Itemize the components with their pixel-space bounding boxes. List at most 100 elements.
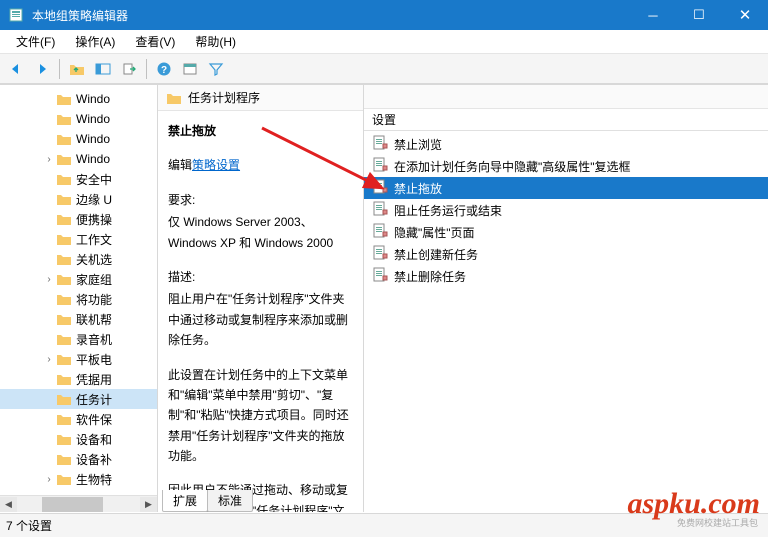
tree-node[interactable]: 安全中 [0,169,157,189]
details-content: 禁止拖放 编辑策略设置 要求: 仅 Windows Server 2003、Wi… [158,111,363,512]
settings-list: 禁止浏览在添加计划任务向导中隐藏"高级属性"复选框禁止拖放阻止任务运行或结束隐藏… [364,131,768,512]
tree-node[interactable]: 录音机 [0,329,157,349]
description-text-2: 此设置在计划任务中的上下文菜单和"编辑"菜单中禁用"剪切"、"复制"和"粘贴"快… [168,365,353,467]
setting-item[interactable]: 隐藏"属性"页面 [364,221,768,243]
menu-action[interactable]: 操作(A) [65,30,125,53]
tree-node[interactable]: 关机选 [0,249,157,269]
policy-icon [372,157,388,176]
toolbar: ? [0,54,768,84]
scroll-right-icon[interactable]: ▶ [140,497,157,512]
tree-node[interactable]: Windo [0,89,157,109]
close-button[interactable]: ✕ [722,0,768,30]
tree-node[interactable]: 凭据用 [0,369,157,389]
description-label: 描述: [168,267,353,287]
tree-hscrollbar[interactable]: ◀ ▶ [0,495,157,512]
settings-pane-header [364,85,768,109]
setting-item[interactable]: 禁止创建新任务 [364,243,768,265]
forward-button[interactable] [30,57,54,81]
folder-icon [166,91,182,105]
expand-icon[interactable]: › [42,274,56,285]
content-area: WindoWindoWindo›Windo安全中边缘 U便携操工作文关机选›家庭… [0,84,768,512]
policy-icon [372,201,388,220]
tree-node[interactable]: 任务计 [0,389,157,409]
tree-node-label: Windo [76,152,110,166]
maximize-button[interactable]: ☐ [676,0,722,30]
tree-node[interactable]: 边缘 U [0,189,157,209]
window-title: 本地组策略编辑器 [32,7,630,24]
tree-node[interactable]: 工作文 [0,229,157,249]
policy-title: 禁止拖放 [168,121,353,141]
setting-label: 禁止拖放 [394,180,442,197]
tree-node[interactable]: 将功能 [0,289,157,309]
tree-pane: WindoWindoWindo›Windo安全中边缘 U便携操工作文关机选›家庭… [0,85,158,512]
filter-button[interactable] [204,57,228,81]
tree-node[interactable]: › 生物特 [0,469,157,489]
tree-node-label: 便携操 [76,211,112,228]
tree-node[interactable]: Windo [0,109,157,129]
tree-node-label: 凭据用 [76,371,112,388]
export-button[interactable] [117,57,141,81]
tree-node-label: 安全中 [76,171,112,188]
tree-node[interactable]: 设备补 [0,449,157,469]
tree-node-label: 任务计 [76,391,112,408]
up-folder-button[interactable] [65,57,89,81]
setting-label: 禁止删除任务 [394,268,466,285]
scroll-thumb[interactable] [42,497,104,512]
settings-column-header[interactable]: 设置 [364,109,768,131]
properties-button[interactable] [178,57,202,81]
tree-node-label: 联机帮 [76,311,112,328]
tree-node-label: 设备和 [76,431,112,448]
menu-file[interactable]: 文件(F) [6,30,65,53]
tree-node-label: 平板电 [76,351,112,368]
tab-extended[interactable]: 扩展 [162,490,208,512]
tree-node[interactable]: 便携操 [0,209,157,229]
titlebar: 本地组策略编辑器 ─ ☐ ✕ [0,0,768,30]
setting-label: 阻止任务运行或结束 [394,202,502,219]
view-tabs: 扩展 标准 [162,490,252,512]
details-header-title: 任务计划程序 [188,89,260,106]
show-hide-tree-button[interactable] [91,57,115,81]
settings-pane: 设置 禁止浏览在添加计划任务向导中隐藏"高级属性"复选框禁止拖放阻止任务运行或结… [364,85,768,512]
edit-prefix: 编辑 [168,158,192,172]
details-header: 任务计划程序 [158,85,363,111]
tree-node[interactable]: › Windo [0,149,157,169]
policy-icon [372,135,388,154]
edit-policy-link[interactable]: 策略设置 [192,155,240,175]
toolbar-separator [59,59,60,79]
tree-node[interactable]: 软件保 [0,409,157,429]
tree-node-label: 录音机 [76,331,112,348]
expand-icon[interactable]: › [42,474,56,485]
expand-icon[interactable]: › [42,354,56,365]
tree-node-label: 软件保 [76,411,112,428]
details-pane: 任务计划程序 禁止拖放 编辑策略设置 要求: 仅 Windows Server … [158,85,364,512]
tree-node[interactable]: Windo [0,129,157,149]
setting-item[interactable]: 禁止拖放 [364,177,768,199]
tree-node-label: 将功能 [76,291,112,308]
setting-item[interactable]: 禁止删除任务 [364,265,768,287]
tree-node[interactable]: ›家庭组 [0,269,157,289]
tree-node[interactable]: › 平板电 [0,349,157,369]
toolbar-separator [146,59,147,79]
menu-help[interactable]: 帮助(H) [185,30,246,53]
setting-label: 禁止浏览 [394,136,442,153]
setting-item[interactable]: 在添加计划任务向导中隐藏"高级属性"复选框 [364,155,768,177]
tree-node-label: 生物特 [76,471,112,488]
help-button[interactable]: ? [152,57,176,81]
description-text-1: 阻止用户在"任务计划程序"文件夹中通过移动或复制程序来添加或删除任务。 [168,289,353,350]
expand-icon[interactable]: › [42,154,56,165]
menubar: 文件(F) 操作(A) 查看(V) 帮助(H) [0,30,768,54]
tree-node-label: Windo [76,92,110,106]
menu-view[interactable]: 查看(V) [125,30,185,53]
tab-standard[interactable]: 标准 [207,490,253,512]
policy-icon [372,245,388,264]
setting-item[interactable]: 禁止浏览 [364,133,768,155]
minimize-button[interactable]: ─ [630,0,676,30]
tree-node[interactable]: 联机帮 [0,309,157,329]
policy-icon [372,267,388,286]
tree-node-label: 关机选 [76,251,112,268]
tree-node[interactable]: 设备和 [0,429,157,449]
setting-item[interactable]: 阻止任务运行或结束 [364,199,768,221]
requirements-label: 要求: [168,190,353,210]
scroll-left-icon[interactable]: ◀ [0,497,17,512]
back-button[interactable] [4,57,28,81]
